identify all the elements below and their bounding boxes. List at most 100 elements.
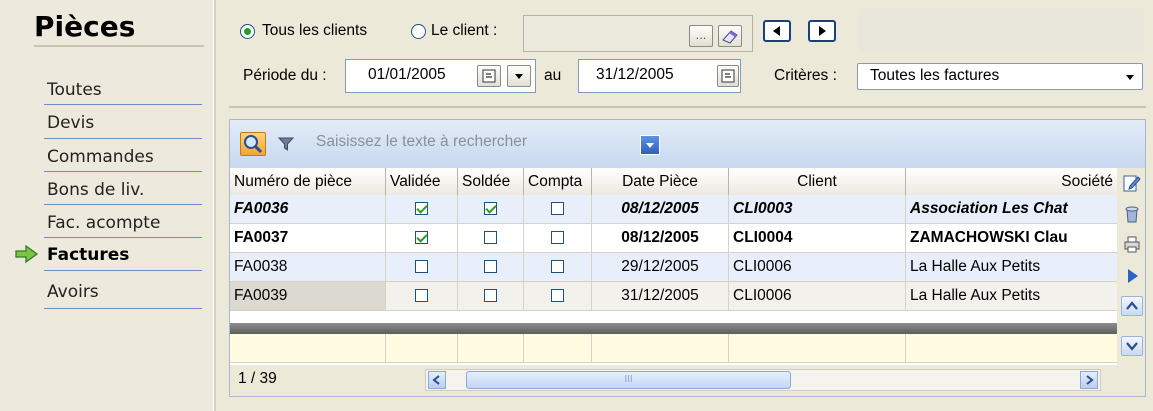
radio-all-clients-label: Tous les clients	[262, 22, 368, 39]
compta-checkbox[interactable]	[551, 289, 564, 302]
column-header-soldee[interactable]: Soldée	[458, 168, 524, 195]
column-header-label: Client	[797, 173, 837, 190]
date-from-calendar-button[interactable]	[477, 65, 501, 87]
validee-checkbox[interactable]	[415, 202, 428, 215]
cell-client: CLI0003	[729, 195, 906, 223]
cell-compta	[524, 224, 592, 252]
print-icon[interactable]	[1122, 234, 1142, 254]
column-header-label: Société	[1061, 173, 1113, 190]
grid-search-placeholder: Saisissez le texte à rechercher	[316, 133, 528, 150]
sidebar-divider	[213, 0, 216, 411]
triangle-left-icon	[773, 26, 780, 36]
sidebar-item-factures-acompte[interactable]: Fac. acompte	[44, 209, 202, 238]
grid-search-toolbar: Saisissez le texte à rechercher	[230, 120, 1145, 168]
cell-client: CLI0006	[729, 253, 906, 281]
client-clear-button[interactable]	[718, 25, 742, 47]
sidebar-item-label: Devis	[47, 113, 95, 133]
magnifier-icon	[244, 135, 263, 154]
sidebar-item-label: Fac. acompte	[47, 213, 161, 233]
cell-compta	[524, 253, 592, 281]
column-header-date[interactable]: Date Pièce	[592, 168, 729, 195]
table-row[interactable]: FA0036 08/12/2005 CLI0003 Association Le…	[230, 195, 1117, 224]
column-header-client[interactable]: Client	[729, 168, 906, 195]
new-cell	[386, 334, 458, 362]
radio-single-client-label: Le client :	[431, 22, 498, 39]
eraser-icon	[722, 30, 738, 44]
search-button[interactable]	[240, 132, 266, 156]
grid-header: Numéro de pièce Validée Soldée Compta Da…	[230, 168, 1117, 196]
column-header-numero[interactable]: Numéro de pièce	[230, 168, 386, 195]
new-cell	[230, 334, 386, 362]
cell-societe: Association Les Chat	[910, 200, 1068, 217]
soldee-checkbox[interactable]	[484, 260, 497, 273]
sidebar-item-toutes[interactable]: Toutes	[44, 76, 202, 105]
radio-all-clients[interactable]	[240, 24, 255, 39]
column-header-label: Validée	[390, 173, 441, 190]
cell-societe: La Halle Aux Petits	[910, 287, 1041, 304]
scroll-left-button[interactable]	[428, 371, 446, 389]
new-cell	[729, 334, 906, 362]
grid-search-input[interactable]: Saisissez le texte à rechercher	[316, 133, 626, 155]
compta-checkbox[interactable]	[551, 202, 564, 215]
criteria-select[interactable]: Toutes les factures	[857, 63, 1143, 90]
chevron-down-icon	[1126, 75, 1134, 80]
validee-checkbox[interactable]	[415, 260, 428, 273]
cell-soldee	[458, 224, 524, 252]
validee-checkbox[interactable]	[415, 289, 428, 302]
cell-numero: FA0038	[230, 253, 386, 281]
criteria-select-value: Toutes les factures	[870, 67, 1000, 84]
soldee-checkbox[interactable]	[484, 202, 497, 215]
scroll-right-button[interactable]	[1080, 371, 1098, 389]
edit-record-icon[interactable]	[1122, 173, 1142, 193]
cell-validee	[386, 282, 458, 310]
sidebar-item-bons-de-livraison[interactable]: Bons de liv.	[44, 176, 202, 205]
table-row[interactable]: FA0039 31/12/2005 CLI0006 La Halle Aux P…	[230, 282, 1117, 311]
cell-societe: ZAMACHOWSKI Clau	[910, 229, 1068, 246]
scroll-down-button[interactable]	[1121, 336, 1143, 356]
date-to-calendar-button[interactable]	[717, 65, 739, 87]
current-selection-arrow-icon	[15, 244, 39, 264]
scroll-thumb[interactable]: III	[466, 371, 791, 389]
horizontal-scrollbar[interactable]: III	[425, 369, 1101, 391]
validee-checkbox[interactable]	[415, 231, 428, 244]
column-header-societe[interactable]: Société	[906, 168, 1117, 195]
cell-numero: FA0037	[230, 224, 386, 252]
new-record-row[interactable]	[230, 334, 1117, 363]
column-header-validee[interactable]: Validée	[386, 168, 458, 195]
grid-footer: 1 / 39 III	[230, 365, 1117, 396]
client-browse-button[interactable]: ...	[689, 25, 713, 47]
client-browse-label: ...	[695, 27, 707, 42]
sidebar-item-avoirs[interactable]: Avoirs	[44, 280, 202, 309]
invoice-grid: Saisissez le texte à rechercher Numéro d…	[229, 119, 1146, 397]
play-next-icon[interactable]	[1122, 266, 1142, 286]
column-header-compta[interactable]: Compta	[524, 168, 592, 195]
previous-record-button[interactable]	[763, 20, 791, 42]
filter-funnel-icon[interactable]	[278, 136, 294, 152]
compta-checkbox[interactable]	[551, 260, 564, 273]
column-header-label: Soldée	[462, 173, 511, 190]
soldee-checkbox[interactable]	[484, 231, 497, 244]
column-header-label: Date Pièce	[622, 173, 698, 190]
cell-numero: FA0036	[230, 195, 386, 223]
radio-single-client[interactable]	[411, 24, 426, 39]
search-options-button[interactable]	[640, 135, 660, 155]
cell-date: 08/12/2005	[592, 195, 729, 223]
criteria-label: Critères :	[774, 67, 837, 84]
sidebar-item-devis[interactable]: Devis	[44, 110, 202, 139]
soldee-checkbox[interactable]	[484, 289, 497, 302]
cell-client: CLI0004	[729, 224, 906, 252]
scroll-up-button[interactable]	[1121, 296, 1143, 316]
sidebar-item-label: Avoirs	[47, 282, 99, 302]
compta-checkbox[interactable]	[551, 231, 564, 244]
column-header-label: Compta	[528, 173, 583, 190]
sidebar-item-label: Factures	[47, 245, 130, 265]
delete-record-icon[interactable]	[1122, 204, 1142, 224]
date-from-dropdown-button[interactable]	[507, 65, 531, 87]
sidebar-item-commandes[interactable]: Commandes	[44, 143, 202, 172]
table-row[interactable]: FA0038 29/12/2005 CLI0006 La Halle Aux P…	[230, 253, 1117, 282]
panel-divider	[229, 106, 1146, 108]
table-row[interactable]: FA0037 08/12/2005 CLI0004 ZAMACHOWSKI Cl…	[230, 224, 1117, 253]
cell-soldee	[458, 195, 524, 223]
next-record-button[interactable]	[808, 20, 836, 42]
sidebar-item-factures[interactable]: Factures	[44, 242, 202, 271]
